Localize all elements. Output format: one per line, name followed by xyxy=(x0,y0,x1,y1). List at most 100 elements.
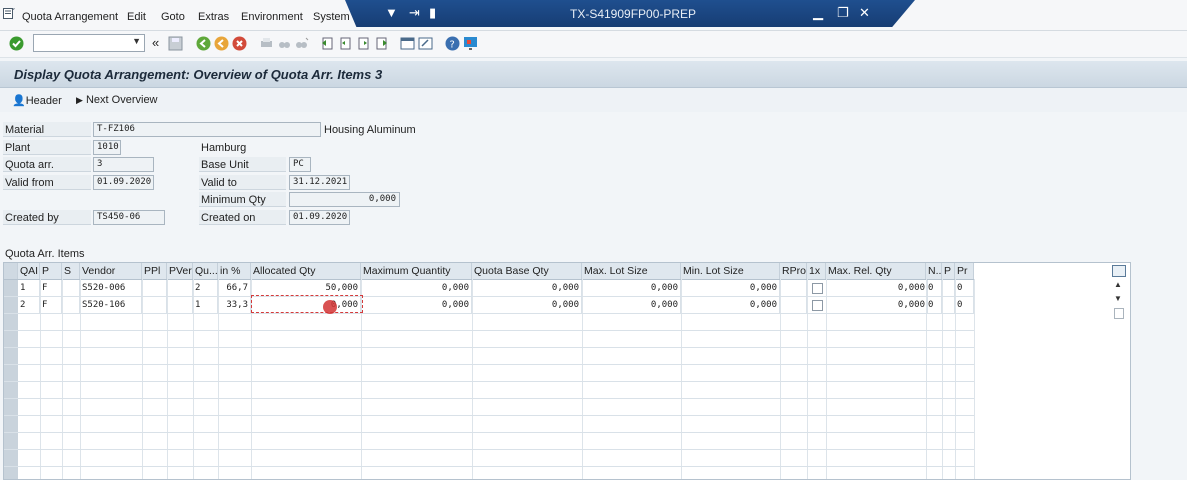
cell-max-rel-qty[interactable]: 0,000 xyxy=(826,280,928,296)
scroll-down-icon[interactable]: ▼ xyxy=(1114,294,1122,303)
minimum-qty-field[interactable]: 0,000 xyxy=(289,192,400,207)
back-icon[interactable] xyxy=(196,36,211,51)
col-vendor[interactable]: Vendor xyxy=(80,263,142,279)
cell-n[interactable]: 0 xyxy=(926,297,942,313)
col-quota-base-qty[interactable]: Quota Base Qty xyxy=(472,263,582,279)
cell-percent[interactable]: 33,3 xyxy=(218,297,251,313)
cell-maximum-quantity[interactable]: 0,000 xyxy=(361,280,472,296)
checkbox-1x[interactable] xyxy=(812,300,823,311)
cell-p[interactable]: F xyxy=(40,280,62,296)
created-by-field[interactable]: TS450-06 xyxy=(93,210,165,225)
cell-ppl[interactable] xyxy=(142,280,167,296)
cell-p[interactable]: F xyxy=(40,297,62,313)
cell-pver[interactable] xyxy=(167,297,193,313)
cell-p2[interactable] xyxy=(942,280,955,296)
exit-icon[interactable] xyxy=(214,36,229,51)
base-unit-field[interactable]: PC xyxy=(289,157,311,172)
close-icon[interactable]: ✕ xyxy=(859,5,870,21)
empty-row[interactable] xyxy=(4,416,974,433)
enter-check-icon[interactable] xyxy=(9,36,24,51)
col-s[interactable]: S xyxy=(62,263,80,279)
restore-icon[interactable]: ❐ xyxy=(837,5,849,21)
cell-max-rel-qty[interactable]: 0,000 xyxy=(826,297,928,313)
empty-row[interactable] xyxy=(4,450,974,467)
vertical-scrollbar[interactable]: ▲ ▼ xyxy=(1113,280,1124,478)
col-quota[interactable]: Qu... xyxy=(193,263,218,279)
empty-row[interactable] xyxy=(4,365,974,382)
cell-min-lot-size[interactable]: 0,000 xyxy=(681,280,780,296)
cell-maximum-quantity[interactable]: 0,000 xyxy=(361,297,472,313)
find-icon[interactable] xyxy=(277,36,292,51)
cell-vendor[interactable]: S520-006 xyxy=(80,280,142,296)
new-session-icon[interactable] xyxy=(400,36,415,51)
select-all-cell[interactable] xyxy=(4,263,18,279)
checkbox-1x[interactable] xyxy=(812,283,823,294)
cell-quota-base-qty[interactable]: 0,000 xyxy=(472,297,582,313)
cell-max-lot-size[interactable]: 0,000 xyxy=(582,297,681,313)
dropdown-icon[interactable]: ▼ xyxy=(385,5,398,20)
table-row[interactable]: 2 F S520-106 1 33,3 0,000 0,000 0,000 0,… xyxy=(4,297,974,314)
table-settings-icon[interactable] xyxy=(1112,265,1126,277)
cell-quota[interactable]: 2 xyxy=(193,280,218,296)
col-pr[interactable]: Pr xyxy=(955,263,974,279)
cell-quota-base-qty[interactable]: 0,000 xyxy=(472,280,582,296)
menu-environment[interactable]: Environment xyxy=(241,11,303,23)
col-max-lot-size[interactable]: Max. Lot Size xyxy=(582,263,681,279)
next-page-icon[interactable] xyxy=(356,36,371,51)
first-page-icon[interactable] xyxy=(320,36,335,51)
cell-allocated-qty[interactable]: 50,000 xyxy=(251,280,361,296)
cell-qai[interactable]: 2 xyxy=(18,297,40,313)
valid-from-field[interactable]: 01.09.2020 xyxy=(93,175,154,190)
col-n[interactable]: N.. xyxy=(926,263,942,279)
col-percent[interactable]: in % xyxy=(218,263,251,279)
cell-p2[interactable] xyxy=(942,297,955,313)
valid-to-field[interactable]: 31.12.2021 xyxy=(289,175,350,190)
header-button[interactable]: 👤Header xyxy=(12,94,62,107)
empty-row[interactable] xyxy=(4,314,974,331)
col-p[interactable]: P xyxy=(40,263,62,279)
scroll-thumb[interactable] xyxy=(1114,308,1124,319)
menu-icon[interactable] xyxy=(3,8,15,19)
signal-icon[interactable]: ▮ xyxy=(429,5,436,21)
cell-n[interactable]: 0 xyxy=(926,280,942,296)
command-field[interactable]: ▼ xyxy=(33,34,145,52)
empty-row[interactable] xyxy=(4,331,974,348)
find-next-icon[interactable] xyxy=(294,36,309,51)
col-min-lot-size[interactable]: Min. Lot Size xyxy=(681,263,780,279)
col-maximum-quantity[interactable]: Maximum Quantity xyxy=(361,263,472,279)
cell-max-lot-size[interactable]: 0,000 xyxy=(582,280,681,296)
cell-quota[interactable]: 1 xyxy=(193,297,218,313)
cell-ppl[interactable] xyxy=(142,297,167,313)
cell-pr[interactable]: 0 xyxy=(955,280,974,296)
help-icon[interactable]: ? xyxy=(445,36,460,51)
empty-row[interactable] xyxy=(4,399,974,416)
menu-edit[interactable]: Edit xyxy=(127,11,146,23)
minimize-icon[interactable]: ▁ xyxy=(813,5,823,21)
print-icon[interactable] xyxy=(259,36,274,51)
cell-vendor[interactable]: S520-106 xyxy=(80,297,142,313)
col-max-rel-qty[interactable]: Max. Rel. Qty xyxy=(826,263,926,279)
shortcut-icon[interactable] xyxy=(418,36,433,51)
menu-extras[interactable]: Extras xyxy=(198,11,229,23)
scroll-up-icon[interactable]: ▲ xyxy=(1114,280,1122,289)
collapse-icon[interactable]: « xyxy=(152,35,167,50)
menu-goto[interactable]: Goto xyxy=(161,11,185,23)
menu-system[interactable]: System xyxy=(313,11,350,23)
menu-quota-arrangement[interactable]: Quota Arrangement xyxy=(22,11,118,23)
empty-row[interactable] xyxy=(4,348,974,365)
cell-s[interactable] xyxy=(62,297,80,313)
col-allocated-qty[interactable]: Allocated Qty xyxy=(251,263,361,279)
quota-arr-field[interactable]: 3 xyxy=(93,157,154,172)
col-p2[interactable]: P xyxy=(942,263,955,279)
cell-pver[interactable] xyxy=(167,280,193,296)
layout-menu-icon[interactable] xyxy=(463,36,478,51)
next-overview-button[interactable]: ▶ Next Overview xyxy=(76,94,158,106)
empty-row[interactable] xyxy=(4,433,974,450)
cell-min-lot-size[interactable]: 0,000 xyxy=(681,297,780,313)
cell-rpro[interactable] xyxy=(780,280,807,296)
chevron-down-icon[interactable]: ▼ xyxy=(132,36,141,46)
col-pver[interactable]: PVer xyxy=(167,263,193,279)
cell-percent[interactable]: 66,7 xyxy=(218,280,251,296)
plant-field[interactable]: 1010 xyxy=(93,140,121,155)
pin-icon[interactable]: ⇥ xyxy=(409,5,420,21)
